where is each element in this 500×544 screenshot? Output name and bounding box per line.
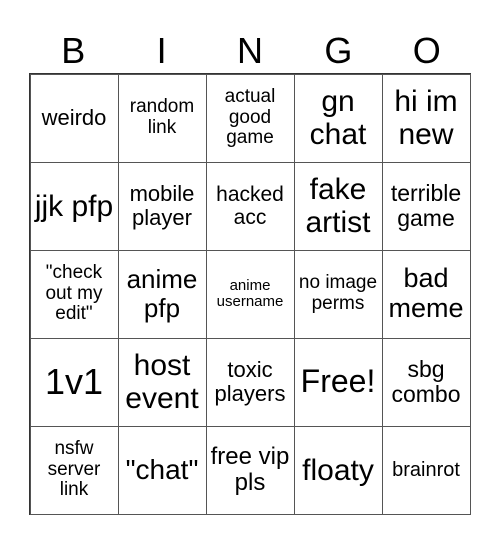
bingo-cell-text: nsfw server link [47,437,101,501]
bingo-cell-text: mobile player [129,180,195,230]
bingo-cell-text: random link [129,96,195,138]
bingo-cell[interactable]: hi im new [381,73,471,163]
bingo-cell-text: hi im new [394,85,458,151]
bingo-cell-text: toxic players [214,356,286,406]
bingo-cell[interactable]: actual good game [205,73,295,163]
bingo-cell-text: Free! [300,363,376,400]
bingo-cell-text: "chat" [125,453,199,485]
bingo-cell-text: terrible game [390,179,462,231]
bingo-cell[interactable]: nsfw server link [29,425,119,515]
bingo-cell[interactable]: bad meme [381,249,471,339]
bingo-cell-text: host event [125,349,199,415]
header-letter-o: O [412,30,441,71]
bingo-cell[interactable]: fake artist [293,161,383,251]
bingo-cell[interactable]: hacked acc [205,161,295,251]
bingo-cell-text: weirdo [41,104,107,130]
bingo-cell[interactable]: no image perms [293,249,383,339]
bingo-cell-text: jjk pfp [34,189,114,223]
bingo-cell-text: no image perms [298,272,378,314]
bingo-cell[interactable]: terrible game [381,161,471,251]
bingo-cell-text: brainrot [392,459,460,481]
bingo-cell[interactable]: 1v1 [29,337,119,427]
bingo-grid: weirdo random link actual good game gn chat… [29,73,471,515]
bingo-cell[interactable]: gn chat [293,73,383,163]
header-letter-i: I [156,30,167,71]
bingo-cell[interactable]: "chat" [117,425,207,515]
bingo-cell[interactable]: free vip pls [205,425,295,515]
bingo-cell-text: gn chat [309,85,367,151]
bingo-cell-text: sbg combo [391,355,461,407]
bingo-cell-text: fake artist [305,173,371,239]
bingo-cell[interactable]: anime pfp [117,249,207,339]
bingo-cell[interactable]: jjk pfp [29,161,119,251]
bingo-cell-text: hacked acc [216,182,284,229]
bingo-cell[interactable]: "check out my edit" [29,249,119,339]
bingo-cell[interactable]: brainrot [381,425,471,515]
bingo-cell[interactable]: host event [117,337,207,427]
bingo-cell-text: bad meme [388,263,464,323]
bingo-cell[interactable]: sbg combo [381,337,471,427]
bingo-cell[interactable]: Free! [293,337,383,427]
bingo-cell[interactable]: anime username [205,249,295,339]
header-letter-g: G [324,30,353,71]
bingo-cell[interactable]: mobile player [117,161,207,251]
bingo-cell[interactable]: toxic players [205,337,295,427]
bingo-cell[interactable]: floaty [293,425,383,515]
bingo-cell-text: 1v1 [44,361,104,403]
header-letter-n: N [236,30,263,71]
header-letter-b: B [61,30,86,71]
bingo-cell-text: anime pfp [126,264,198,323]
bingo-cell-text: anime username [216,276,284,310]
bingo-cell-text: actual good game [224,85,276,149]
bingo-cell-text: floaty [302,453,374,487]
bingo-cell[interactable]: random link [117,73,207,163]
bingo-cell[interactable]: weirdo [29,73,119,163]
bingo-header: B I N G O [29,30,471,72]
bingo-cell-text: free vip pls [210,442,290,496]
bingo-cell-text: "check out my edit" [45,261,103,325]
